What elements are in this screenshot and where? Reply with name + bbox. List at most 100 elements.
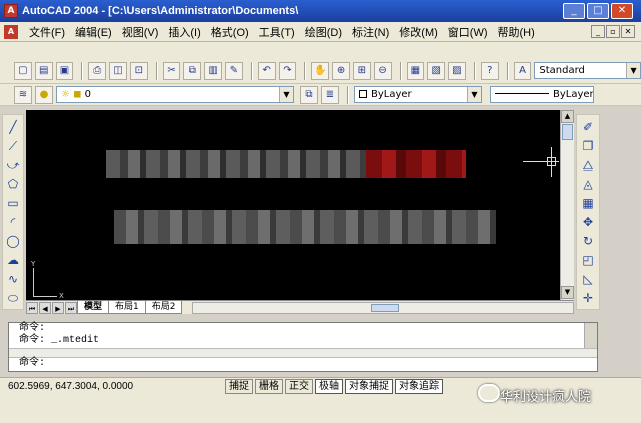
circle-icon[interactable]: ◯ bbox=[4, 233, 22, 249]
stretch-icon[interactable]: ◺ bbox=[579, 271, 597, 287]
coordinate-readout: 602.5969, 647.3004, 0.0000 bbox=[8, 380, 134, 392]
command-scrollbar[interactable] bbox=[584, 323, 597, 348]
menu-edit[interactable]: 编辑(E) bbox=[70, 24, 117, 40]
menu-window[interactable]: 窗口(W) bbox=[443, 24, 493, 40]
command-input[interactable]: 命令: bbox=[9, 358, 45, 370]
properties-icon[interactable]: ▦ bbox=[406, 61, 425, 80]
layer-previous-icon[interactable]: ≣ bbox=[321, 85, 339, 104]
polyline-icon[interactable]: ⤻ bbox=[4, 157, 22, 173]
wechat-logo-icon bbox=[478, 384, 500, 402]
tab-layout1[interactable]: 布局1 bbox=[108, 301, 146, 314]
vertical-scrollbar[interactable]: ▲ ▼ bbox=[560, 110, 574, 300]
trim-icon[interactable]: ✛ bbox=[579, 290, 597, 306]
print-icon[interactable]: ⎙ bbox=[88, 61, 107, 80]
command-splitter[interactable] bbox=[9, 348, 597, 358]
copy-icon[interactable]: ⧉ bbox=[183, 61, 202, 80]
paste-icon[interactable]: ▥ bbox=[204, 61, 223, 80]
open-folder-icon[interactable]: ▤ bbox=[34, 61, 53, 80]
ellipse-icon[interactable]: ⬭ bbox=[4, 290, 22, 306]
scroll-thumb[interactable] bbox=[371, 303, 400, 312]
help-icon[interactable]: ? bbox=[480, 61, 499, 80]
menu-file[interactable]: 文件(F) bbox=[24, 24, 70, 40]
drawing-canvas[interactable]: Y X bbox=[26, 110, 560, 300]
mirror-icon[interactable]: ⧋ bbox=[579, 157, 597, 173]
menu-bar: A 文件(F) 编辑(E) 视图(V) 插入(I) 格式(O) 工具(T) 绘图… bbox=[0, 22, 641, 42]
tool-palettes-icon[interactable]: ▨ bbox=[448, 61, 466, 80]
erase-icon[interactable]: ✐ bbox=[579, 119, 597, 135]
layer-dropdown[interactable]: ☼ ◼ 0 ▼ bbox=[56, 86, 294, 103]
rotate-icon[interactable]: ↻ bbox=[579, 233, 597, 249]
spline-icon[interactable]: ∿ bbox=[4, 271, 22, 287]
menu-format[interactable]: 格式(O) bbox=[206, 24, 254, 40]
design-center-icon[interactable]: ▧ bbox=[427, 61, 446, 80]
osnap-toggle[interactable]: 对象捕捉 bbox=[345, 378, 393, 394]
new-file-icon[interactable]: ▢ bbox=[14, 61, 32, 80]
standard-toolbar: ▢ ▤ ▣ ⎙ ◫ ⊡ ✂ ⧉ ▥ ✎ ↶ ↷ ✋ ⊕ ⊞ ⊖ ▦ ▧ ▨ ? … bbox=[0, 58, 641, 84]
line-icon[interactable]: ╱ bbox=[4, 119, 22, 135]
offset-icon[interactable]: ◬ bbox=[579, 176, 597, 192]
command-window[interactable]: 命令: 命令: _.mtedit 命令: bbox=[8, 322, 598, 372]
prev-tab-icon[interactable]: ◀ bbox=[39, 301, 51, 314]
minimize-button[interactable]: _ bbox=[563, 3, 585, 19]
polygon-icon[interactable]: ⬠ bbox=[4, 176, 22, 192]
doc-minimize-button[interactable]: _ bbox=[591, 25, 605, 38]
menu-tools[interactable]: 工具(T) bbox=[254, 24, 300, 40]
revision-cloud-icon[interactable]: ☁ bbox=[4, 252, 22, 268]
pan-icon[interactable]: ✋ bbox=[311, 61, 330, 80]
redo-icon[interactable]: ↷ bbox=[278, 61, 297, 80]
array-icon[interactable]: ▦ bbox=[579, 195, 597, 211]
autocad-app-icon[interactable]: A bbox=[4, 4, 18, 18]
scroll-down-icon[interactable]: ▼ bbox=[561, 286, 574, 299]
menu-dimension[interactable]: 标注(N) bbox=[347, 24, 394, 40]
move-icon[interactable]: ✥ bbox=[579, 214, 597, 230]
zoom-previous-icon[interactable]: ⊖ bbox=[373, 61, 392, 80]
horizontal-scrollbar[interactable] bbox=[192, 301, 574, 314]
text-style-dropdown[interactable]: Standard ▼ bbox=[534, 62, 641, 79]
cut-icon[interactable]: ✂ bbox=[162, 61, 181, 80]
blurred-text-row-1 bbox=[106, 150, 366, 178]
text-style-icon: A bbox=[513, 61, 532, 80]
match-properties-icon[interactable]: ✎ bbox=[225, 61, 243, 80]
first-tab-icon[interactable]: ⏮ bbox=[26, 301, 38, 314]
color-dropdown[interactable]: ByLayer ▼ bbox=[354, 86, 482, 103]
document-icon[interactable]: A bbox=[4, 24, 18, 39]
polar-toggle[interactable]: 极轴 bbox=[315, 378, 343, 394]
layer-manager-icon[interactable]: ≋ bbox=[14, 85, 32, 104]
menu-modify[interactable]: 修改(M) bbox=[394, 24, 443, 40]
otrack-toggle[interactable]: 对象追踪 bbox=[395, 378, 443, 394]
grid-toggle[interactable]: 栅格 bbox=[255, 378, 283, 394]
tab-model[interactable]: 模型 bbox=[77, 301, 110, 314]
close-button[interactable]: ✕ bbox=[611, 3, 633, 19]
doc-close-button[interactable]: ✕ bbox=[621, 25, 635, 38]
menu-view[interactable]: 视图(V) bbox=[117, 24, 164, 40]
next-tab-icon[interactable]: ▶ bbox=[52, 301, 64, 314]
rectangle-icon[interactable]: ▭ bbox=[4, 195, 22, 211]
command-history-line: 命令: _.mtedit bbox=[19, 335, 100, 346]
zoom-window-icon[interactable]: ⊞ bbox=[352, 61, 371, 80]
make-current-layer-icon[interactable]: ⧉ bbox=[300, 85, 318, 104]
tab-layout2[interactable]: 布局2 bbox=[144, 301, 183, 314]
title-bar: A AutoCAD 2004 - [C:\Users\Administrator… bbox=[0, 0, 641, 22]
last-tab-icon[interactable]: ⏭ bbox=[65, 301, 77, 314]
publish-icon[interactable]: ⊡ bbox=[129, 61, 148, 80]
arc-icon[interactable]: ◜ bbox=[4, 214, 22, 230]
doc-restore-button[interactable]: ▫ bbox=[606, 25, 620, 38]
scroll-up-icon[interactable]: ▲ bbox=[561, 110, 574, 123]
maximize-button[interactable]: □ bbox=[587, 3, 609, 19]
save-icon[interactable]: ▣ bbox=[55, 61, 74, 80]
snap-toggle[interactable]: 捕捉 bbox=[225, 378, 253, 394]
menu-help[interactable]: 帮助(H) bbox=[493, 24, 540, 40]
linetype-dropdown[interactable]: ByLayer bbox=[490, 86, 594, 103]
scale-icon[interactable]: ◰ bbox=[579, 252, 597, 268]
watermark-text: 华利设计疯人院 bbox=[500, 390, 592, 405]
copy-object-icon[interactable]: ❐ bbox=[579, 138, 597, 154]
undo-icon[interactable]: ↶ bbox=[257, 61, 276, 80]
menu-draw[interactable]: 绘图(D) bbox=[300, 24, 347, 40]
menu-insert[interactable]: 插入(I) bbox=[163, 24, 205, 40]
construction-line-icon[interactable]: ⟋ bbox=[4, 138, 22, 154]
scroll-thumb[interactable] bbox=[562, 124, 573, 140]
zoom-realtime-icon[interactable]: ⊕ bbox=[332, 61, 350, 80]
print-preview-icon[interactable]: ◫ bbox=[109, 61, 127, 80]
layers-toolbar: ≋ ● ☼ ◼ 0 ▼ ⧉ ≣ ByLayer ▼ ByLayer bbox=[0, 84, 641, 106]
ortho-toggle[interactable]: 正交 bbox=[285, 378, 313, 394]
